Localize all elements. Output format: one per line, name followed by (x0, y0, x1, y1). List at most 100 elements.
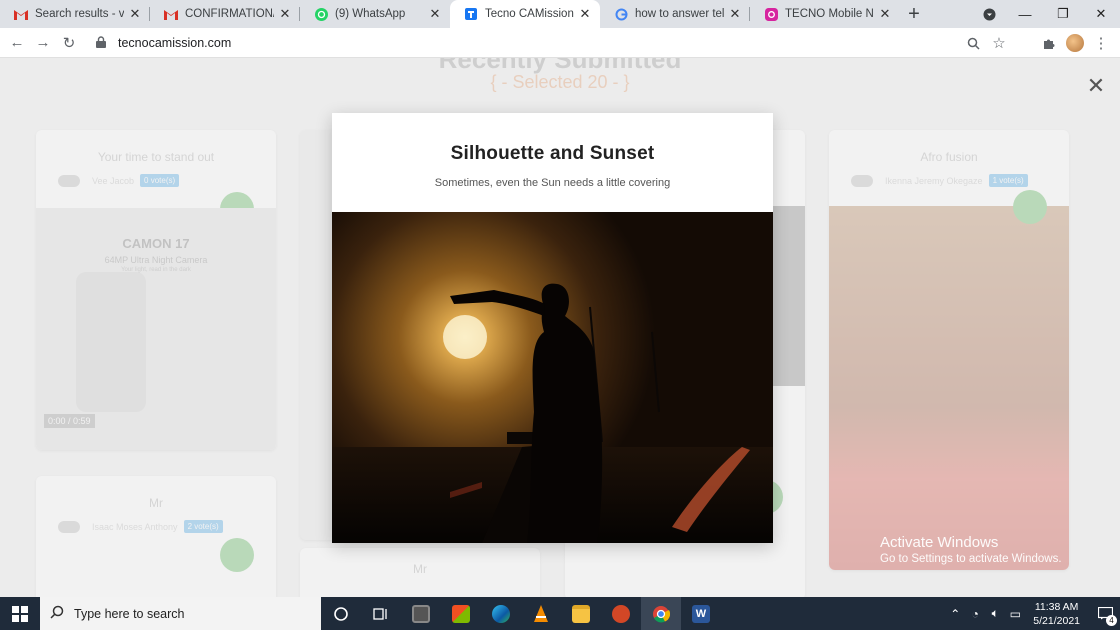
tab-title: CONFIRMATION/PRO (185, 8, 274, 20)
powerpoint-icon[interactable] (601, 597, 641, 630)
submission-card[interactable]: Mr (300, 548, 540, 597)
activate-windows-watermark: Activate Windows Go to Settings to activ… (880, 534, 1062, 565)
gmail-icon (14, 7, 28, 21)
promo-subtitle: 64MP Ultra Night Camera (104, 255, 208, 265)
close-tab-icon[interactable]: ✕ (878, 6, 892, 22)
reload-icon[interactable]: ↻ (56, 30, 82, 56)
phone-image (76, 272, 146, 412)
browser-menu-icon[interactable]: ⋮ (1088, 30, 1114, 56)
modal-title: Silhouette and Sunset (450, 143, 655, 164)
share-button[interactable] (1013, 190, 1047, 224)
windows-taskbar: Type here to search W ⌃ ◔ 🔈︎ ▭ 11:38 AM … (0, 597, 1120, 630)
tab-title: TECNO Mobile Nigeria (785, 8, 874, 20)
video-player[interactable]: CAMON 17 64MP Ultra Night Camera Your li… (36, 208, 276, 450)
calculator-icon[interactable] (401, 597, 441, 630)
word-icon[interactable]: W (681, 597, 721, 630)
browser-tab[interactable]: how to answer tell us a ✕ (600, 0, 750, 28)
new-tab-button[interactable]: + (900, 0, 928, 28)
windows-start-button[interactable] (0, 597, 40, 630)
gmail-icon (164, 7, 178, 21)
video-time: 0:00 / 0:59 (44, 414, 95, 428)
volume-icon[interactable]: 🔈︎ (985, 606, 1005, 621)
battery-icon[interactable]: ▭ (1005, 607, 1025, 621)
share-button[interactable] (220, 538, 254, 572)
card-author: Ikenna Jeremy Okegaze (885, 175, 983, 186)
zoom-icon[interactable] (960, 30, 986, 56)
page-viewport: Recently Submitted { - Selected 20 - } Y… (0, 58, 1120, 597)
browser-tab[interactable]: CONFIRMATION/PRO ✕ (150, 0, 300, 28)
submission-card[interactable]: Afro fusion Ikenna Jeremy Okegaze 1 vote(… (829, 130, 1069, 570)
show-hidden-icons-chevron-icon[interactable]: ⌃ (945, 607, 965, 621)
card-author: Vee Jacob (92, 175, 135, 186)
browser-tab-active[interactable]: Tecno CAMission Com ✕ (450, 0, 600, 28)
system-clock[interactable]: 11:38 AM 5/21/2021 (1033, 600, 1080, 628)
tab-title: Search results - vee.ac (35, 8, 124, 20)
browser-tab-strip: Search results - vee.ac ✕ CONFIRMATION/P… (0, 0, 1120, 28)
submission-card[interactable]: Your time to stand out Vee Jacob 0 vote(s… (36, 130, 276, 450)
card-title: Your time to stand out (97, 150, 215, 164)
tab-title: Tecno CAMission Com (485, 8, 574, 20)
taskbar-search-box[interactable]: Type here to search (40, 597, 321, 630)
profile-avatar[interactable] (1062, 30, 1088, 56)
card-image (829, 206, 1069, 570)
notification-count-badge: 4 (1106, 615, 1117, 626)
card-title: Afro fusion (920, 150, 978, 164)
tecno-icon (464, 7, 478, 21)
close-tab-icon[interactable]: ✕ (428, 6, 442, 22)
profile-menu-icon[interactable] (970, 0, 1008, 28)
tab-title: how to answer tell us a (635, 8, 724, 20)
minimize-window-button[interactable]: — (1006, 0, 1044, 28)
store-icon[interactable] (441, 597, 481, 630)
browser-toolbar: ← → ↻ tecnocamission.com ☆ ⋮ (0, 28, 1120, 58)
section-subheading: { - Selected 20 - } (490, 72, 630, 92)
close-tab-icon[interactable]: ✕ (128, 6, 142, 22)
action-center-icon[interactable]: 4 (1090, 597, 1120, 630)
close-lightbox-button[interactable]: ✕ (1086, 75, 1106, 97)
network-icon[interactable]: ◔ (965, 607, 985, 621)
address-bar[interactable]: tecnocamission.com (88, 30, 1033, 56)
submission-lightbox: Silhouette and Sunset Sometimes, even th… (332, 113, 773, 543)
vote-count-badge: 2 vote(s) (183, 520, 223, 533)
edge-icon[interactable] (481, 597, 521, 630)
browser-tab[interactable]: TECNO Mobile Nigeria ✕ (750, 0, 900, 28)
bookmark-star-icon[interactable]: ☆ (986, 30, 1012, 56)
vlc-icon[interactable] (521, 597, 561, 630)
more-options-icon[interactable] (58, 520, 80, 533)
clock-date: 5/21/2021 (1033, 614, 1080, 627)
file-explorer-icon[interactable] (561, 597, 601, 630)
instagram-icon (764, 7, 778, 21)
browser-tab[interactable]: (9) WhatsApp ✕ (300, 0, 450, 28)
forward-arrow-icon[interactable]: → (30, 30, 56, 56)
close-tab-icon[interactable]: ✕ (578, 6, 592, 22)
lock-icon (96, 35, 110, 51)
tab-title: (9) WhatsApp (335, 8, 406, 20)
search-placeholder: Type here to search (74, 606, 185, 621)
chrome-icon[interactable] (641, 597, 681, 630)
close-tab-icon[interactable]: ✕ (278, 6, 292, 22)
browser-tab[interactable]: Search results - vee.ac ✕ (0, 0, 150, 28)
search-icon (50, 605, 64, 622)
silhouette-photo (332, 212, 773, 543)
back-arrow-icon[interactable]: ← (4, 30, 30, 56)
whatsapp-icon (314, 7, 328, 21)
close-window-button[interactable]: ✕ (1082, 0, 1120, 28)
submission-card[interactable]: Mr Isaac Moses Anthony 2 vote(s) (36, 476, 276, 597)
restore-window-button[interactable]: ❐ (1044, 0, 1082, 28)
cortana-icon[interactable] (321, 597, 361, 630)
google-icon (614, 7, 628, 21)
system-tray: ⌃ ◔ 🔈︎ ▭ 11:38 AM 5/21/2021 4 (945, 597, 1120, 630)
clock-time: 11:38 AM (1034, 600, 1079, 613)
card-title: Mr (149, 496, 163, 510)
more-options-icon[interactable] (851, 174, 873, 187)
promo-tagline: Your light, read in the dark (121, 267, 191, 273)
task-view-icon[interactable] (361, 597, 401, 630)
extensions-puzzle-icon[interactable] (1036, 30, 1062, 56)
modal-caption: Sometimes, even the Sun needs a little c… (434, 177, 671, 189)
card-author: Isaac Moses Anthony (92, 521, 178, 532)
more-options-icon[interactable] (58, 174, 80, 187)
vote-count-badge: 1 vote(s) (988, 174, 1028, 187)
promo-title: CAMON 17 (122, 236, 190, 251)
vote-count-badge: 0 vote(s) (140, 174, 180, 187)
url-text: tecnocamission.com (118, 36, 232, 50)
close-tab-icon[interactable]: ✕ (728, 6, 742, 22)
